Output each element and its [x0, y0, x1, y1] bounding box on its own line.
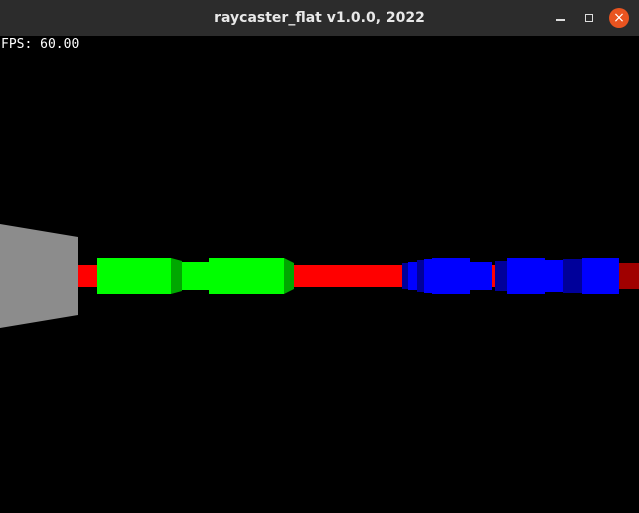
wall-blue-step-6: [563, 259, 582, 293]
wall-blue-step-5: [495, 261, 507, 291]
window-title: raycaster_flat v1.0.0, 2022: [214, 10, 425, 26]
wall-blue-block-3: [582, 258, 619, 294]
wall-green-1-side: [171, 258, 182, 294]
close-icon: ×: [609, 8, 629, 28]
wall-green-2-side: [284, 258, 294, 294]
wall-blue-block-1: [432, 258, 470, 294]
wall-gray: [0, 224, 78, 328]
minimize-button[interactable]: [547, 0, 573, 36]
wall-blue-step-4: [424, 259, 432, 293]
wall-darkred: [619, 263, 639, 289]
wall-blue-step-1: [402, 263, 408, 289]
wall-red-corridor: [294, 265, 402, 287]
wall-green-1: [97, 258, 171, 294]
close-button[interactable]: ×: [606, 0, 632, 36]
wall-green-connector: [182, 262, 209, 290]
maximize-icon: [585, 14, 593, 22]
fps-counter: FPS: 60.00: [1, 37, 80, 52]
minimize-icon: [555, 19, 565, 21]
wall-red-gap: [492, 265, 495, 287]
wall-blue-step-2: [408, 262, 417, 290]
wall-green-2: [209, 258, 284, 294]
maximize-button[interactable]: [576, 0, 602, 36]
raycast-scene: [0, 224, 639, 328]
window-titlebar[interactable]: raycaster_flat v1.0.0, 2022 ×: [0, 0, 639, 36]
game-viewport[interactable]: FPS: 60.00: [0, 36, 639, 513]
wall-red-band: [78, 265, 98, 287]
wall-blue-step-3: [417, 260, 424, 292]
wall-blue-block-2: [507, 258, 545, 294]
wall-blue-mid-2: [545, 260, 563, 292]
wall-blue-mid-1: [470, 262, 492, 290]
